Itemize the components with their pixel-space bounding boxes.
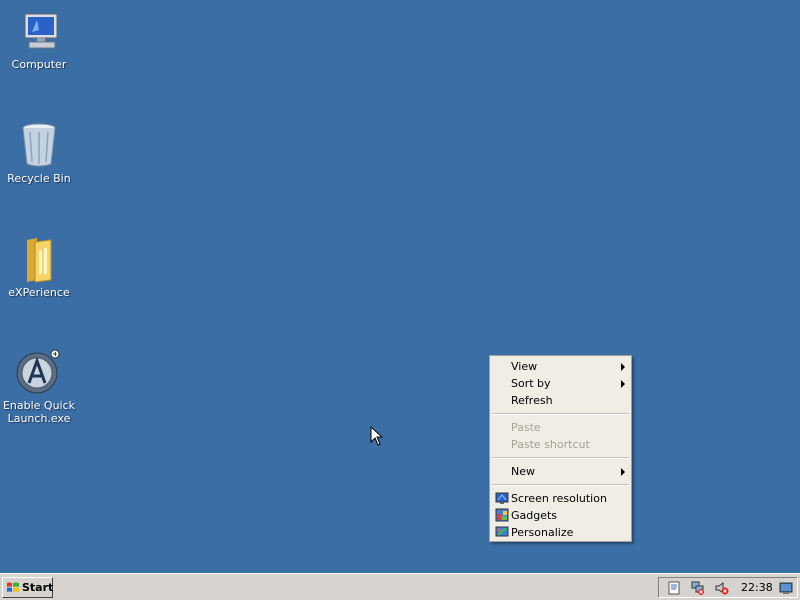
start-button[interactable]: Start (2, 577, 53, 598)
desktop-context-menu: View Sort by Refresh Paste Paste shortcu… (489, 355, 632, 542)
taskbar: Start 22:38 (0, 573, 800, 600)
menu-separator (492, 413, 629, 415)
system-tray: 22:38 (658, 577, 798, 598)
menu-item-label: View (511, 360, 538, 373)
menu-item-label: Refresh (511, 394, 553, 407)
desktop-icon-recycle-bin[interactable]: Recycle Bin (1, 122, 77, 185)
menu-item-label: New (511, 465, 535, 478)
desktop-icon-label: Enable Quick Launch.exe (2, 399, 76, 425)
menu-item-refresh[interactable]: Refresh (490, 392, 631, 409)
gadgets-icon (495, 508, 509, 522)
desktop-icon-label: Computer (11, 58, 67, 71)
menu-separator (492, 457, 629, 459)
clock[interactable]: 22:38 (741, 578, 773, 597)
menu-item-view[interactable]: View (490, 358, 631, 375)
submenu-arrow-icon (621, 468, 625, 476)
desktop-icon-label: Recycle Bin (7, 172, 71, 185)
desktop-icon-experience[interactable]: eXPerience (1, 236, 77, 299)
menu-separator (492, 484, 629, 486)
menu-item-label: Paste (511, 421, 541, 434)
recycle-bin-icon (15, 122, 63, 170)
menu-item-personalize[interactable]: Personalize (490, 524, 631, 541)
start-label: Start (22, 581, 54, 594)
menu-item-label: Personalize (511, 526, 574, 539)
network-disconnected-icon[interactable] (691, 581, 705, 595)
personalize-icon (495, 525, 509, 539)
computer-icon (15, 8, 63, 56)
desktop-icon-label: eXPerience (8, 286, 70, 299)
menu-item-label: Sort by (511, 377, 551, 390)
desktop-icon-enable-quick-launch[interactable]: Enable Quick Launch.exe (1, 349, 77, 425)
volume-muted-icon[interactable] (715, 581, 729, 595)
desktop-icon-computer[interactable]: Computer (1, 8, 77, 71)
menu-item-screen-resolution[interactable]: Screen resolution (490, 490, 631, 507)
folder-icon (15, 236, 63, 284)
menu-item-paste[interactable]: Paste (490, 419, 631, 436)
mouse-cursor-icon (370, 425, 384, 449)
submenu-arrow-icon (621, 363, 625, 371)
menu-item-gadgets[interactable]: Gadgets (490, 507, 631, 524)
menu-item-label: Gadgets (511, 509, 558, 522)
screen-resolution-icon (495, 491, 509, 505)
menu-item-new[interactable]: New (490, 463, 631, 480)
windows-logo-icon (6, 581, 20, 594)
menu-item-label: Paste shortcut (511, 438, 590, 451)
submenu-arrow-icon (621, 380, 625, 388)
show-desktop-icon[interactable] (779, 581, 793, 595)
menu-item-sort-by[interactable]: Sort by (490, 375, 631, 392)
quick-launch-icon (15, 349, 63, 397)
menu-item-paste-shortcut[interactable]: Paste shortcut (490, 436, 631, 453)
menu-item-label: Screen resolution (511, 492, 607, 505)
notes-tray-icon[interactable] (667, 581, 681, 595)
